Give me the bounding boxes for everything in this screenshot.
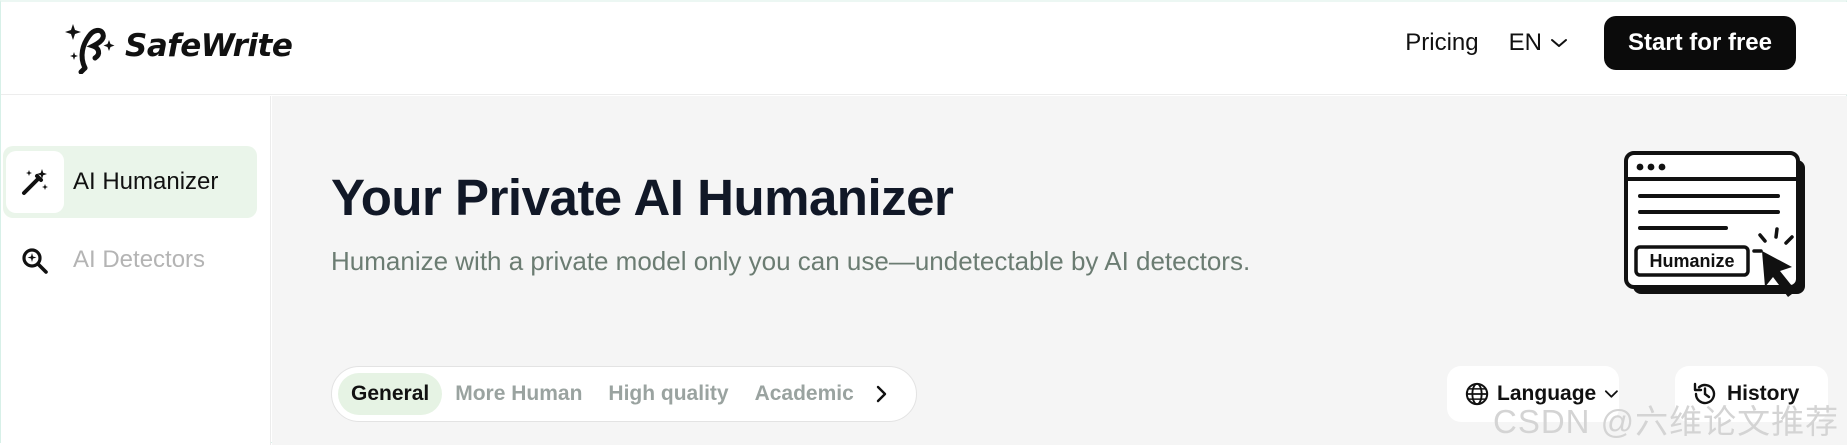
start-for-free-button[interactable]: Start for free	[1603, 16, 1796, 70]
chevron-down-icon	[1550, 39, 1567, 47]
globe-icon	[1465, 382, 1489, 406]
mode-tab-more-human[interactable]: More Human	[442, 373, 595, 415]
mode-tab-academic[interactable]: Academic	[742, 373, 867, 415]
language-selector[interactable]: EN	[1509, 29, 1568, 57]
page-subtitle: Humanize with a private model only you c…	[331, 246, 1251, 276]
chevron-right-icon	[876, 385, 886, 403]
logo-mark-icon	[65, 24, 115, 74]
mode-tab-general[interactable]: General	[338, 373, 443, 415]
brand-name: SafeWrite	[125, 28, 293, 64]
side-icon-container	[6, 151, 64, 213]
sidebar-item-ai-humanizer[interactable]: AI Humanizer	[3, 146, 257, 218]
modes-next-button[interactable]	[867, 373, 895, 415]
brand-logo[interactable]: SafeWrite	[65, 18, 293, 74]
sidebar-item-ai-detectors[interactable]: AI Detectors	[3, 224, 257, 296]
mode-selector: General More Human High quality Academic	[331, 366, 917, 422]
sidebar-item-label: AI Detectors	[73, 246, 206, 273]
main-content: Your Private AI Humanizer Humanize with …	[272, 96, 1847, 445]
page-title: Your Private AI Humanizer	[331, 169, 954, 226]
nav-pricing-link[interactable]: Pricing	[1405, 29, 1478, 57]
sidebar-item-label: AI Humanizer	[73, 168, 219, 195]
search-sparkle-icon	[22, 248, 48, 274]
mode-tab-high-quality[interactable]: High quality	[595, 373, 741, 415]
humanize-illustration: Humanize	[1624, 151, 1805, 297]
sidebar: AI Humanizer AI Detectors	[1, 96, 271, 445]
magic-wand-icon	[22, 169, 48, 195]
language-code: EN	[1508, 29, 1542, 56]
illustration-humanize-label: Humanize	[1649, 251, 1734, 271]
app-frame: SafeWrite Pricing EN Start for free AI H…	[0, 0, 1847, 445]
side-icon-container	[6, 229, 64, 291]
watermark-text: CSDN @六维论文推荐	[1493, 403, 1840, 440]
top-header: SafeWrite Pricing EN Start for free	[1, 2, 1847, 95]
top-nav: Pricing EN Start for free	[1405, 16, 1796, 70]
